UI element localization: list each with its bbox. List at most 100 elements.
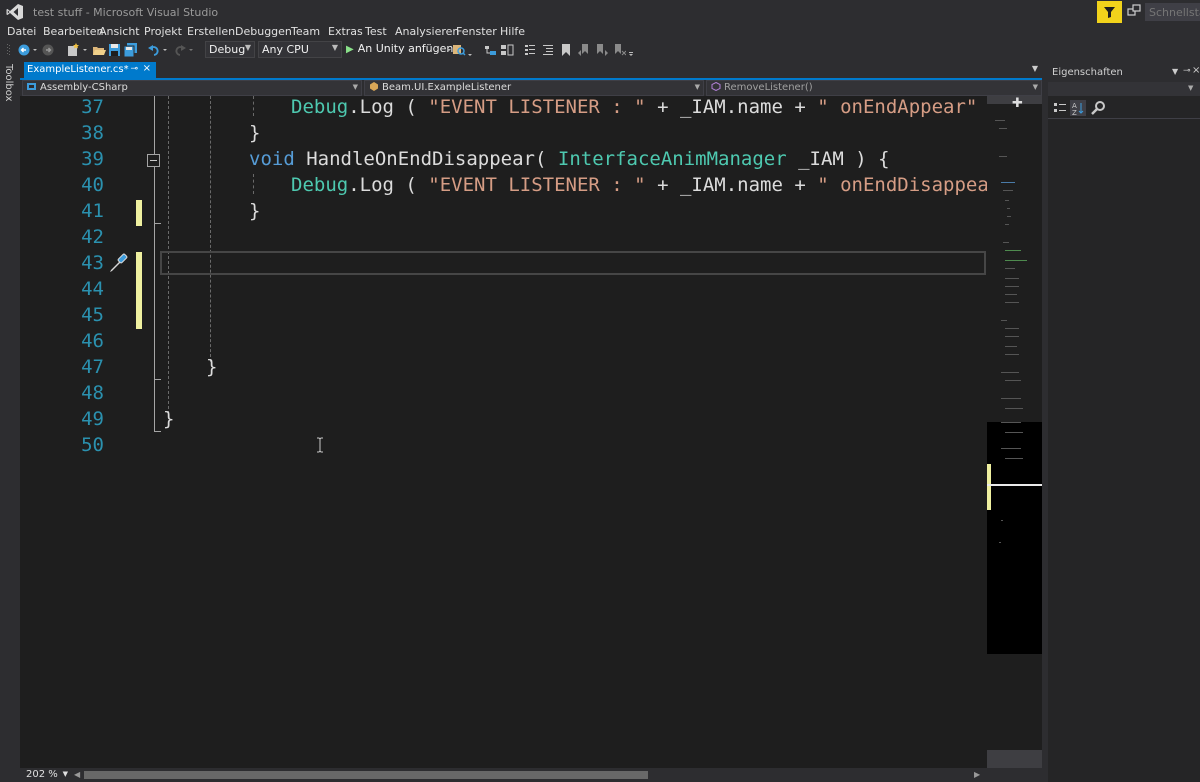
outline-end — [154, 379, 161, 380]
navigate-back-icon[interactable] — [18, 43, 30, 57]
menu-analysieren[interactable]: Analysieren — [395, 25, 459, 38]
step-into-icon[interactable] — [524, 43, 536, 57]
open-file-icon[interactable] — [92, 43, 106, 57]
code-editor[interactable]: 37 38 39 40 41 42 43 44 45 46 47 48 49 5… — [20, 96, 987, 768]
solution-explorer-icon[interactable] — [484, 43, 497, 57]
minimap-line — [1001, 422, 1021, 423]
minimap-line — [1001, 372, 1019, 373]
redo-icon[interactable] — [174, 43, 186, 57]
indent-guide — [253, 96, 254, 116]
object-selector-dropdown[interactable]: ▼ — [1048, 82, 1200, 96]
menu-bar: Datei Bearbeiten Ansicht Projekt Erstell… — [0, 24, 1200, 40]
member-value: RemoveListener() — [724, 82, 813, 93]
type-dropdown[interactable]: Beam.UI.ExampleListener ▼ — [364, 80, 704, 96]
line-number: 39 — [81, 148, 104, 170]
quick-launch-input[interactable] — [1145, 3, 1200, 21]
scroll-right-icon[interactable]: ▶ — [974, 770, 980, 779]
menu-bearbeiten[interactable]: Bearbeiten — [43, 25, 103, 38]
undo-dropdown-icon[interactable] — [162, 43, 168, 57]
toolbar-overflow-icon[interactable] — [628, 43, 634, 57]
menu-projekt[interactable]: Projekt — [144, 25, 182, 38]
horizontal-scroll-thumb[interactable] — [84, 771, 648, 779]
chevron-down-icon: ▼ — [1032, 83, 1038, 91]
find-in-files-icon[interactable] — [452, 43, 466, 57]
menu-extras[interactable]: Extras — [328, 25, 363, 38]
scroll-left-icon[interactable]: ◀ — [74, 770, 80, 779]
close-icon[interactable]: × — [1192, 65, 1200, 76]
bookmark-icon[interactable] — [560, 43, 572, 57]
toolbox-tab[interactable]: Toolbox — [3, 64, 14, 102]
line-number: 42 — [81, 226, 104, 248]
minimap-change-marker — [987, 464, 991, 510]
outline-end — [154, 223, 161, 224]
minimap-viewport[interactable] — [987, 422, 1042, 654]
menu-datei[interactable]: Datei — [7, 25, 36, 38]
minimap-line — [1005, 408, 1023, 409]
menu-fenster[interactable]: Fenster — [456, 25, 497, 38]
zoom-dropdown[interactable]: 202 % ▼ — [24, 768, 70, 782]
menu-ansicht[interactable]: Ansicht — [99, 25, 140, 38]
minimap-line — [999, 156, 1007, 157]
code-type: Debug — [291, 174, 349, 196]
clear-bookmarks-icon[interactable] — [614, 43, 626, 57]
chevron-down-icon: ▼ — [331, 43, 338, 52]
minimap-line — [1001, 398, 1021, 399]
back-dropdown-icon[interactable] — [32, 43, 38, 57]
tab-examplelistener[interactable]: ExampleListener.cs* ⊸ × — [24, 62, 156, 78]
line-number: 43 — [81, 252, 104, 274]
new-project-dropdown-icon[interactable] — [82, 43, 88, 57]
collapse-icon[interactable] — [147, 154, 160, 167]
menu-debuggen[interactable]: Debuggen — [235, 25, 292, 38]
configuration-dropdown[interactable]: Debug ▼ — [205, 41, 255, 58]
code-token: + _IAM.name + — [645, 174, 818, 196]
find-dropdown-icon[interactable] — [467, 43, 473, 57]
quick-actions-screwdriver-icon[interactable] — [106, 251, 130, 275]
menu-hilfe[interactable]: Hilfe — [500, 25, 525, 38]
pin-icon[interactable]: ⊸ — [130, 64, 138, 74]
minimap-line — [1005, 432, 1023, 433]
close-icon[interactable]: × — [143, 63, 151, 74]
feedback-icon[interactable] — [1127, 4, 1141, 18]
project-dropdown[interactable]: Assembly-CSharp ▼ — [22, 80, 362, 96]
decrease-indent-icon[interactable] — [542, 43, 554, 57]
save-icon[interactable] — [108, 43, 121, 57]
toolbox-strip — [0, 60, 20, 770]
notification-filter-icon[interactable] — [1097, 1, 1122, 23]
menu-erstellen[interactable]: Erstellen — [187, 25, 235, 38]
menu-team[interactable]: Team — [291, 25, 320, 38]
saved-change-marker — [136, 200, 142, 226]
redo-dropdown-icon[interactable] — [188, 43, 194, 57]
minimap[interactable] — [987, 104, 1042, 750]
minimap-line — [1001, 448, 1021, 449]
save-all-icon[interactable] — [123, 43, 138, 57]
alphabetical-icon[interactable]: AZ — [1070, 100, 1086, 116]
document-tab-well: ExampleListener.cs* ⊸ × ▼ — [20, 62, 1042, 80]
class-icon — [370, 82, 378, 91]
property-pages-icon[interactable] — [1090, 100, 1106, 116]
navigate-forward-icon[interactable] — [42, 43, 54, 57]
platform-dropdown[interactable]: Any CPU ▼ — [258, 41, 342, 58]
attach-unity-button[interactable]: ▶ An Unity anfügen — [346, 42, 453, 58]
properties-grid — [1048, 118, 1200, 782]
categorized-icon[interactable] — [1052, 100, 1068, 116]
minimap-line — [1003, 190, 1013, 191]
properties-toolbar: AZ — [1048, 96, 1200, 118]
minimap-line — [1005, 224, 1009, 225]
split-window-icon[interactable]: ✚ — [1012, 96, 1023, 111]
code-line-47: } — [206, 356, 218, 378]
glyph-margin[interactable] — [20, 96, 72, 768]
minimap-line — [999, 128, 1007, 129]
tab-list-dropdown-icon[interactable]: ▼ — [1032, 64, 1038, 73]
member-dropdown[interactable]: RemoveListener() ▼ — [706, 80, 1042, 96]
menu-test[interactable]: Test — [365, 25, 387, 38]
next-bookmark-icon[interactable] — [596, 43, 608, 57]
undo-icon[interactable] — [148, 43, 160, 57]
previous-bookmark-icon[interactable] — [578, 43, 590, 57]
class-view-icon[interactable] — [500, 43, 514, 57]
new-project-icon[interactable] — [66, 43, 80, 57]
minimap-line — [1007, 216, 1011, 217]
window-position-icon[interactable]: ▼ — [1172, 67, 1178, 76]
minimap-scrollbar[interactable] — [987, 96, 1042, 768]
pin-icon[interactable]: ⊸ — [1183, 66, 1191, 76]
code-token: .Log ( — [348, 174, 429, 196]
